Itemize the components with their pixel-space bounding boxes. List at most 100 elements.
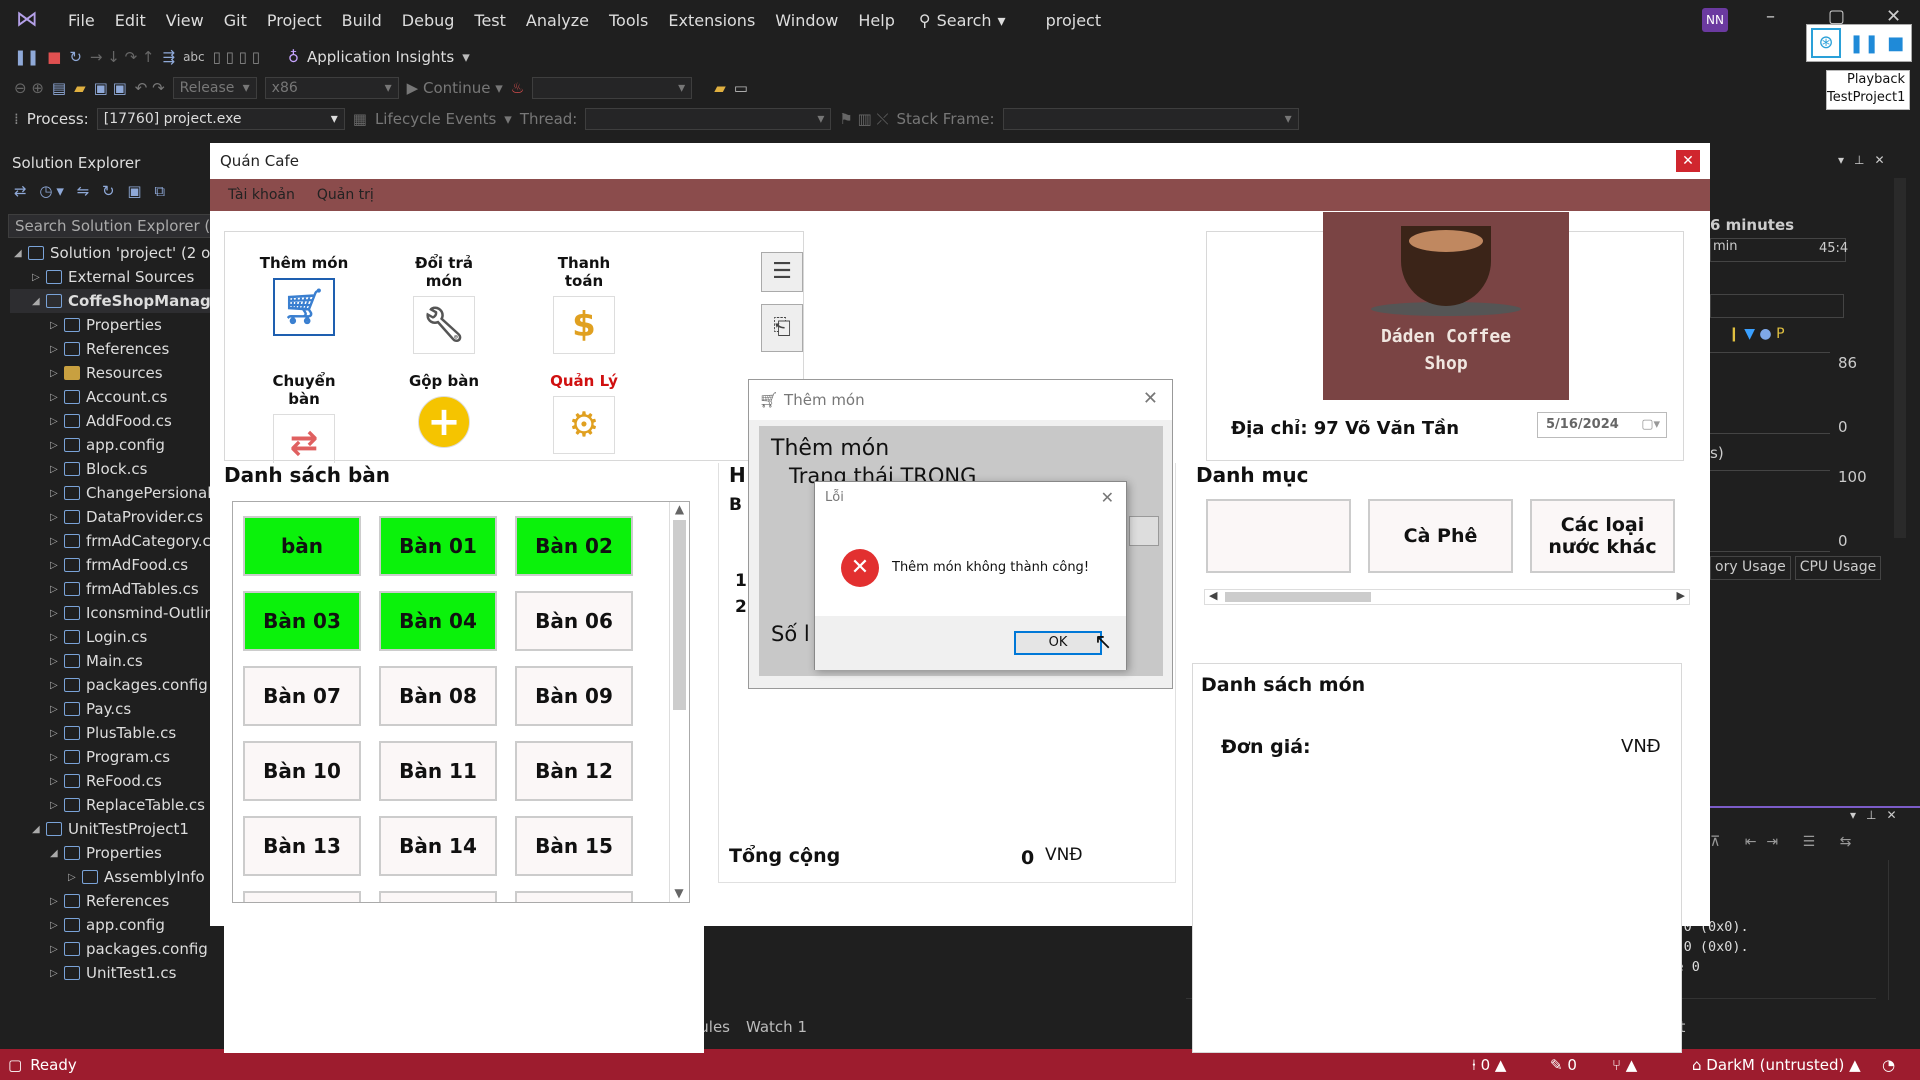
expand-arrow-icon[interactable]: ▷ [50, 776, 64, 787]
table-button[interactable]: Bàn 06 [515, 591, 633, 651]
expand-arrow-icon[interactable]: ▷ [50, 728, 64, 739]
expand-arrow-icon[interactable]: ▷ [50, 512, 64, 523]
stop-icon[interactable]: ■ [47, 48, 61, 66]
expand-arrow-icon[interactable]: ▷ [50, 632, 64, 643]
minimize-icon[interactable]: – [1766, 6, 1775, 27]
menu-test[interactable]: Test [464, 11, 516, 30]
category-scrollbar[interactable]: ◀ ▶ [1204, 589, 1690, 605]
expand-arrow-icon[interactable]: ▷ [50, 800, 64, 811]
list-view-icon[interactable]: ☰ [761, 252, 803, 292]
recorder-icon[interactable]: ⊛ [1811, 28, 1841, 58]
menu-git[interactable]: Git [214, 11, 257, 30]
expand-arrow-icon[interactable]: ▷ [50, 752, 64, 763]
expand-arrow-icon[interactable]: ▷ [50, 368, 64, 379]
table-button[interactable]: Bàn 01 [379, 516, 497, 576]
table-button-partial[interactable] [515, 891, 633, 902]
expand-arrow-icon[interactable]: ▷ [50, 584, 64, 595]
pause-icon[interactable]: ❚❚ [1849, 33, 1879, 54]
solution-item[interactable]: ▷ AssemblyInfo [10, 865, 212, 889]
dropdown-stub[interactable] [1129, 516, 1159, 546]
solution-item[interactable]: ◢ CoffeShopManager [10, 289, 212, 313]
nav-back-icon[interactable]: ⊖ ⊕ [14, 79, 44, 97]
table-button[interactable]: Bàn 14 [379, 816, 497, 876]
solution-search-input[interactable]: Search Solution Explorer (Ctrl [8, 214, 212, 238]
table-button[interactable]: Bàn 03 [243, 591, 361, 651]
table-button[interactable]: Bàn 13 [243, 816, 361, 876]
table-button[interactable]: bàn [243, 516, 361, 576]
table-button[interactable]: Bàn 08 [379, 666, 497, 726]
new-project-icon[interactable]: ▤ [52, 79, 66, 97]
solution-item[interactable]: ▷ ReplaceTable.cs [10, 793, 212, 817]
solution-item[interactable]: ▷ References [10, 337, 212, 361]
visual-studio-logo-icon[interactable]: ⋈ [14, 7, 40, 33]
avatar[interactable]: NN [1702, 8, 1728, 32]
notification-icon[interactable]: ◔ [1882, 1056, 1895, 1074]
menu-tools[interactable]: Tools [599, 11, 658, 30]
menu-help[interactable]: Help [848, 11, 904, 30]
expand-arrow-icon[interactable]: ▷ [50, 416, 64, 427]
menu-build[interactable]: Build [332, 11, 392, 30]
panel-scrollbar[interactable] [1894, 178, 1906, 538]
function-manager[interactable]: Quản Lý ⚙ [539, 372, 629, 472]
output-toolbar-icons[interactable]: ⊼ ⇤⇥ ☰ ⇆ [1710, 834, 1861, 850]
platform-dropdown[interactable]: x86 ▾ [264, 77, 399, 99]
theme-indicator[interactable]: ⌂ DarkM (untrusted) ▲ [1692, 1056, 1861, 1074]
solution-item[interactable]: ▷ frmAdFood.cs [10, 553, 212, 577]
expand-arrow-icon[interactable]: ▷ [32, 272, 46, 283]
close-icon[interactable]: ✕ [1676, 150, 1700, 172]
menu-analyze[interactable]: Analyze [516, 11, 599, 30]
solution-toolbar-icons[interactable]: ⇄ ◷▾ ⇋ ↻ ▣ ⧉ [14, 182, 169, 200]
process-dropdown[interactable]: [17760] project.exe ▾ [96, 108, 345, 130]
playback-label[interactable]: Playback [1827, 71, 1905, 89]
menu-window[interactable]: Window [765, 11, 848, 30]
expand-arrow-icon[interactable]: ▷ [50, 560, 64, 571]
spell-icon[interactable]: abc [183, 50, 205, 64]
expand-arrow-icon[interactable]: ▷ [50, 536, 64, 547]
expand-arrow-icon[interactable]: ▷ [50, 464, 64, 475]
solution-item[interactable]: ▷ ChangePersional. [10, 481, 212, 505]
table-button[interactable]: Bàn 09 [515, 666, 633, 726]
new-document-icon[interactable]: ⎗ [761, 304, 803, 352]
hot-reload-icon[interactable]: ⇶ [162, 48, 175, 66]
tab-memory-usage[interactable]: ory Usage [1710, 556, 1791, 580]
solution-item[interactable]: ▷ Login.cs [10, 625, 212, 649]
stop-icon[interactable]: ■ [1887, 33, 1904, 54]
solution-item[interactable]: ◢ Properties [10, 841, 212, 865]
warning-count[interactable]: ✎ 0 [1550, 1056, 1577, 1074]
table-button[interactable]: Bàn 04 [379, 591, 497, 651]
expand-arrow-icon[interactable]: ▷ [50, 344, 64, 355]
menu-view[interactable]: View [156, 11, 214, 30]
category-button[interactable]: Các loại nước khác [1530, 499, 1675, 573]
table-button-partial[interactable] [243, 891, 361, 902]
table-scrollbar[interactable]: ▲ ▼ [669, 502, 689, 902]
expand-arrow-icon[interactable]: ▷ [50, 968, 64, 979]
menu-extensions[interactable]: Extensions [658, 11, 765, 30]
expand-arrow-icon[interactable]: ◢ [32, 296, 46, 307]
undo-redo-icon[interactable]: ↶ ↷ [135, 79, 165, 97]
menu-project[interactable]: Project [257, 11, 332, 30]
hot-reload-flame-icon[interactable]: ♨ [511, 79, 524, 97]
date-picker[interactable]: 5/16/2024 ▢▾ [1537, 412, 1667, 438]
function-transfer[interactable]: Chuyển bàn ⇄ [259, 372, 349, 472]
solution-item[interactable]: ◢ UnitTestProject1 [10, 817, 212, 841]
expand-arrow-icon[interactable]: ▷ [50, 440, 64, 451]
expand-arrow-icon[interactable]: ▷ [50, 944, 64, 955]
solution-item[interactable]: ▷ AddFood.cs [10, 409, 212, 433]
solution-item[interactable]: ▷ PlusTable.cs [10, 721, 212, 745]
expand-arrow-icon[interactable]: ◢ [50, 848, 64, 859]
open-folder-icon[interactable]: ▰ [74, 79, 86, 97]
solution-item[interactable]: ▷ UnitTest1.cs [10, 961, 212, 985]
expand-arrow-icon[interactable]: ▷ [50, 896, 64, 907]
folder-icon[interactable]: ▰ [714, 79, 726, 97]
category-button[interactable] [1206, 499, 1351, 573]
manager-icon[interactable]: ⚙ [553, 396, 615, 454]
solution-item[interactable]: ▷ ReFood.cs [10, 769, 212, 793]
function-cart[interactable]: Thêm món 🛒︎ [259, 254, 349, 354]
solution-item[interactable]: ▷ Program.cs [10, 745, 212, 769]
solution-item[interactable]: ▷ Pay.cs [10, 697, 212, 721]
solution-item[interactable]: ▷ Properties [10, 313, 212, 337]
tab-cpu-usage[interactable]: CPU Usage [1794, 556, 1882, 580]
bookmark-icon[interactable]: ▯ ▯ ▯ ▯ [213, 48, 260, 66]
menu-file[interactable]: File [58, 11, 105, 30]
autos-scrollbar[interactable] [1150, 926, 1170, 1022]
